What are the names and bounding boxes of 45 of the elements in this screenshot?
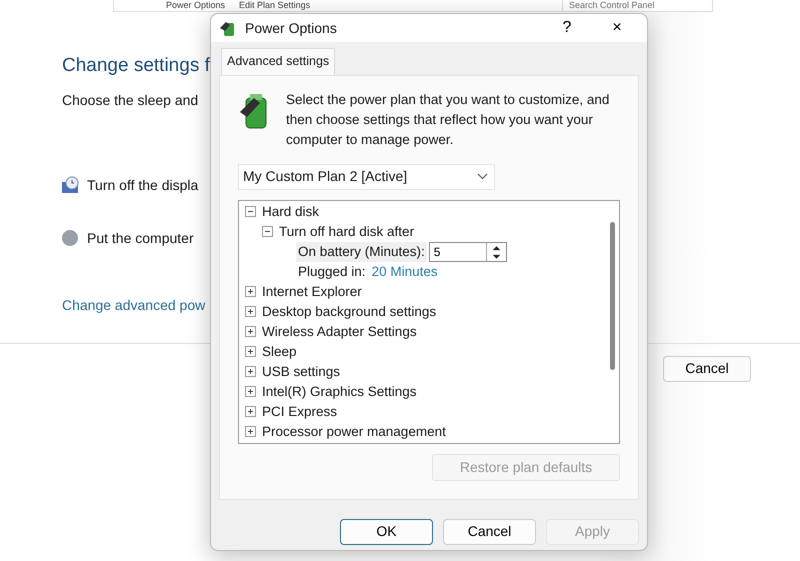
search-field[interactable]: Search Control Panel [562,0,712,11]
setting-label: Put the computer [87,228,194,248]
expand-icon[interactable] [245,346,256,358]
tree-item[interactable]: Intel(R) Graphics Settings [262,382,417,402]
tree-item[interactable]: Desktop background settings [262,302,436,322]
expand-icon[interactable] [245,406,256,418]
help-button[interactable]: ? [545,18,589,38]
expand-icon[interactable] [245,326,256,338]
expand-icon[interactable] [245,366,256,378]
setting-label: On battery (Minutes): [296,242,427,262]
tree-item[interactable]: Hard disk [262,202,320,222]
tree-item[interactable]: Processor power management [262,422,446,442]
scrollbar-thumb[interactable] [610,222,614,370]
breadcrumb[interactable]: Edit Plan Settings [239,0,310,11]
page-heading: Change settings f [62,54,210,78]
tree-item[interactable]: USB settings [262,362,340,382]
page-subtitle: Choose the sleep and [62,90,198,110]
tree-item[interactable]: Internet Explorer [262,282,362,302]
ok-button[interactable]: OK [340,518,433,545]
tree-item[interactable]: Turn off hard disk after [279,222,414,242]
cancel-button[interactable]: Cancel [443,518,536,545]
address-bar[interactable]: Power Options Edit Plan Settings Search Control Panel [113,0,713,12]
number-spinner[interactable]: 5 [428,242,507,262]
tree-item[interactable]: Wireless Adapter Settings [262,322,417,342]
window-title: Power Options [245,18,337,38]
setting-value-link[interactable]: 20 Minutes [372,262,438,282]
monitor-clock-icon [61,176,79,194]
close-button[interactable]: × [595,18,639,38]
chevron-down-icon [477,173,488,180]
collapse-icon[interactable] [245,206,256,218]
expand-icon[interactable] [245,306,256,318]
cancel-button[interactable]: Cancel [663,356,751,382]
expand-icon[interactable] [245,286,256,298]
setting-label: Turn off the displa [87,176,198,195]
tab[interactable]: Advanced settings [221,48,336,75]
breadcrumb[interactable]: Power Options [166,0,226,11]
expand-icon[interactable] [245,426,256,438]
description-text: Select the power plan that you want to customize, and then choose settings that reflect how you want your computer to manage power. [286,90,610,149]
expand-icon[interactable] [245,386,256,398]
tree-item[interactable]: Sleep [262,342,297,362]
collapse-icon[interactable] [262,226,273,238]
setting-label: Plugged in: [298,262,366,281]
plan-dropdown[interactable]: My Custom Plan 2 [Active] [238,164,495,190]
advanced-settings-link[interactable]: Change advanced pow [62,294,206,316]
tree-item[interactable]: PCI Express [262,402,338,422]
